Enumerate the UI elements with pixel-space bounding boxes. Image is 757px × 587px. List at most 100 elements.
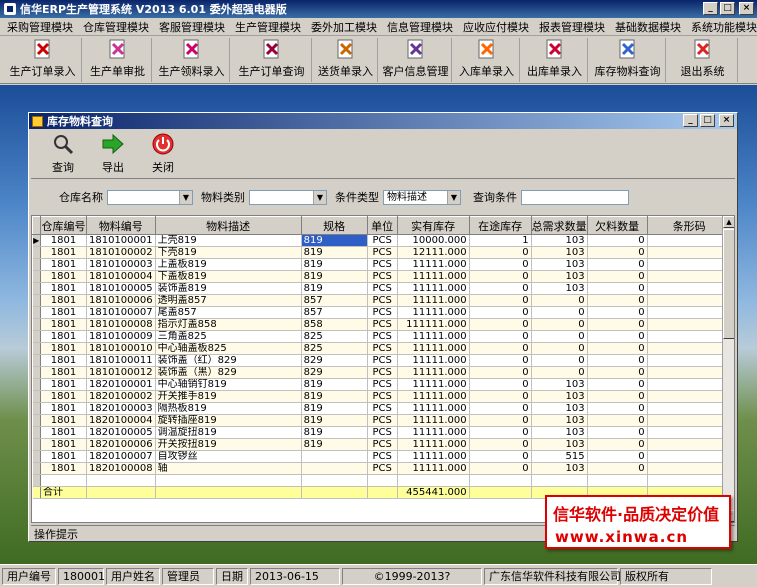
column-header[interactable]: 规格 — [300, 216, 368, 235]
table-row[interactable]: 1801 1820100002 开关推手819 819 PCS 11111.000 0 103… — [32, 390, 732, 403]
table-row[interactable]: 1801 1810100011 装饰盖（红）829 829 PCS 11111.000 0 0… — [32, 354, 732, 367]
row-selector[interactable] — [32, 246, 41, 259]
total-label: 合计 — [40, 486, 87, 499]
table-cell: 调温旋扭819 — [155, 426, 302, 439]
query-button[interactable]: 查询 — [43, 133, 83, 177]
menu-item[interactable]: 委外加工模块 — [306, 19, 382, 35]
scroll-thumb[interactable] — [723, 229, 734, 339]
toolbar-button-0[interactable]: 生产订单录入 — [4, 38, 82, 82]
table-row[interactable]: 1801 1810100004 下盖板819 819 PCS 11111.000 0 103 0 — [32, 270, 732, 283]
toolbar-button-5[interactable]: 客户信息管理 — [380, 38, 452, 82]
table-row[interactable]: 1801 1810100005 装饰盖819 819 PCS 11111.000 0 103 0 — [32, 282, 732, 295]
column-header[interactable]: 在途库存 — [468, 216, 532, 235]
close-window-button[interactable]: 关闭 — [143, 133, 183, 177]
row-selector[interactable] — [32, 402, 41, 415]
row-selector[interactable] — [32, 258, 41, 271]
toolbar-button-8[interactable]: 库存物料查询 — [590, 38, 666, 82]
table-row[interactable]: 1801 1820100007 自攻锣丝 PCS 11111.000 0 515 0 — [32, 450, 732, 463]
grid-scrollbar[interactable]: ▲ ▼ — [722, 216, 734, 522]
child-maximize-button[interactable]: □ — [700, 114, 715, 127]
table-cell — [647, 402, 732, 415]
row-selector[interactable] — [32, 366, 41, 379]
row-selector[interactable] — [32, 450, 41, 463]
table-row[interactable]: 1801 1810100008 指示灯盖858 858 PCS 111111.000 0 0 0 — [32, 318, 732, 331]
menu-item[interactable]: 生产管理模块 — [230, 19, 306, 35]
table-cell: 1810100005 — [86, 282, 156, 295]
row-selector[interactable] — [32, 318, 41, 331]
menu-item[interactable]: 报表管理模块 — [534, 19, 610, 35]
column-header[interactable]: 物料描述 — [154, 216, 302, 235]
menu-item[interactable]: 采购管理模块 — [2, 19, 78, 35]
table-row[interactable]: 1801 1810100007 尾盖857 857 PCS 11111.000 0 0 0 — [32, 306, 732, 319]
row-selector[interactable] — [32, 354, 41, 367]
toolbar-button-2[interactable]: 生产领料录入 — [154, 38, 230, 82]
export-button[interactable]: 导出 — [93, 133, 133, 177]
toolbar-button-4[interactable]: 送货单录入 — [314, 38, 378, 82]
table-row[interactable]: 1801 1810100010 中心轴盖板825 825 PCS 11111.000 0 0 0 — [32, 342, 732, 355]
table-row[interactable]: 1801 1810100009 三角盖825 825 PCS 11111.000 0 0 0 — [32, 330, 732, 343]
menu-item[interactable]: 信息管理模块 — [382, 19, 458, 35]
column-header[interactable]: 总需求数量 — [530, 216, 588, 235]
table-row[interactable]: 1801 1820100001 中心轴销钉819 819 PCS 11111.000 0 10… — [32, 378, 732, 391]
toolbar-button-7[interactable]: 出库单录入 — [522, 38, 588, 82]
maximize-button[interactable]: □ — [720, 2, 735, 15]
toolbar-button-6[interactable]: 入库单录入 — [454, 38, 520, 82]
row-selector[interactable] — [32, 462, 41, 475]
table-cell: 1801 — [40, 426, 87, 439]
child-minimize-button[interactable]: _ — [683, 114, 698, 127]
table-row[interactable]: 1801 1820100003 隔热板819 819 PCS 11111.000 0 103 0 — [32, 402, 732, 415]
table-row[interactable]: ▶ 1801 1810100001 上壳819 819 PCS 10000.000 1 103 0 — [32, 234, 732, 247]
column-header[interactable]: 物料编号 — [86, 216, 156, 235]
table-row[interactable]: 1801 1820100008 轴 PCS 11111.000 0 103 0 — [32, 462, 732, 475]
toolbar-button-1[interactable]: 生产单审批 — [84, 38, 152, 82]
row-selector[interactable] — [32, 282, 41, 295]
minimize-button[interactable]: _ — [703, 2, 718, 15]
row-selector[interactable] — [32, 270, 41, 283]
table-row[interactable]: 1801 1810100003 上盖板819 819 PCS 11111.000 0 103 0 — [32, 258, 732, 271]
row-selector[interactable] — [32, 426, 41, 439]
table-cell: 515 — [531, 450, 588, 463]
table-row[interactable]: 1801 1810100002 下壳819 819 PCS 12111.000 0 103 0 — [32, 246, 732, 259]
row-selector[interactable] — [32, 378, 41, 391]
menu-item[interactable]: 应收应付模块 — [458, 19, 534, 35]
close-button[interactable]: × — [739, 2, 754, 15]
table-row[interactable]: 1801 1820100005 调温旋扭819 819 PCS 11111.000 0 103… — [32, 426, 732, 439]
warehouse-select[interactable]: ▼ — [107, 189, 193, 205]
table-cell: 0 — [587, 438, 648, 451]
table-cell: 1810100004 — [86, 270, 156, 283]
condition-type-select[interactable]: 物料描述 ▼ — [383, 189, 461, 205]
menu-item[interactable]: 系统功能模块 — [686, 19, 757, 35]
row-selector[interactable] — [32, 294, 41, 307]
table-row[interactable]: 1801 1810100012 装饰盖（黑）829 829 PCS 11111.000 0 0… — [32, 366, 732, 379]
row-selector[interactable] — [32, 414, 41, 427]
menu-item[interactable]: 基础数据模块 — [610, 19, 686, 35]
query-condition-input[interactable] — [521, 189, 629, 205]
table-row[interactable]: 1801 1820100006 开关按扭819 819 PCS 11111.000 0 103… — [32, 438, 732, 451]
user-id-label: 用户编号 — [2, 567, 56, 585]
table-cell: 0 — [587, 426, 648, 439]
child-close-button[interactable]: × — [719, 114, 734, 127]
menu-item[interactable]: 仓库管理模块 — [78, 19, 154, 35]
column-header[interactable]: 单位 — [366, 216, 398, 235]
table-cell: 1810100009 — [86, 330, 156, 343]
toolbar-button-3[interactable]: 生产订单查询 — [232, 38, 312, 82]
row-selector[interactable] — [32, 342, 41, 355]
scroll-up-icon[interactable]: ▲ — [723, 216, 734, 228]
row-selector[interactable] — [32, 330, 41, 343]
row-selector[interactable] — [32, 390, 41, 403]
row-selector[interactable] — [32, 306, 41, 319]
menu-item[interactable]: 客服管理模块 — [154, 19, 230, 35]
table-row[interactable]: 1801 1820100004 旋转插座819 819 PCS 11111.000 0 103… — [32, 414, 732, 427]
table-cell: 0 — [469, 414, 532, 427]
column-header[interactable]: 条形码 — [646, 216, 732, 235]
column-header[interactable]: 仓库编号 — [40, 216, 87, 235]
child-title-bar: 库存物料查询 _ □ × — [29, 113, 737, 129]
column-header[interactable]: 实有库存 — [396, 216, 470, 235]
row-selector[interactable] — [32, 438, 41, 451]
toolbar-button-9[interactable]: 退出系统 — [668, 38, 738, 82]
row-selector[interactable]: ▶ — [32, 234, 41, 247]
category-select[interactable]: ▼ — [249, 189, 327, 205]
table-row[interactable]: 1801 1810100006 透明盖857 857 PCS 11111.000 0 0 0 — [32, 294, 732, 307]
table-cell: 1810100002 — [86, 246, 156, 259]
column-header[interactable]: 欠料数量 — [586, 216, 648, 235]
